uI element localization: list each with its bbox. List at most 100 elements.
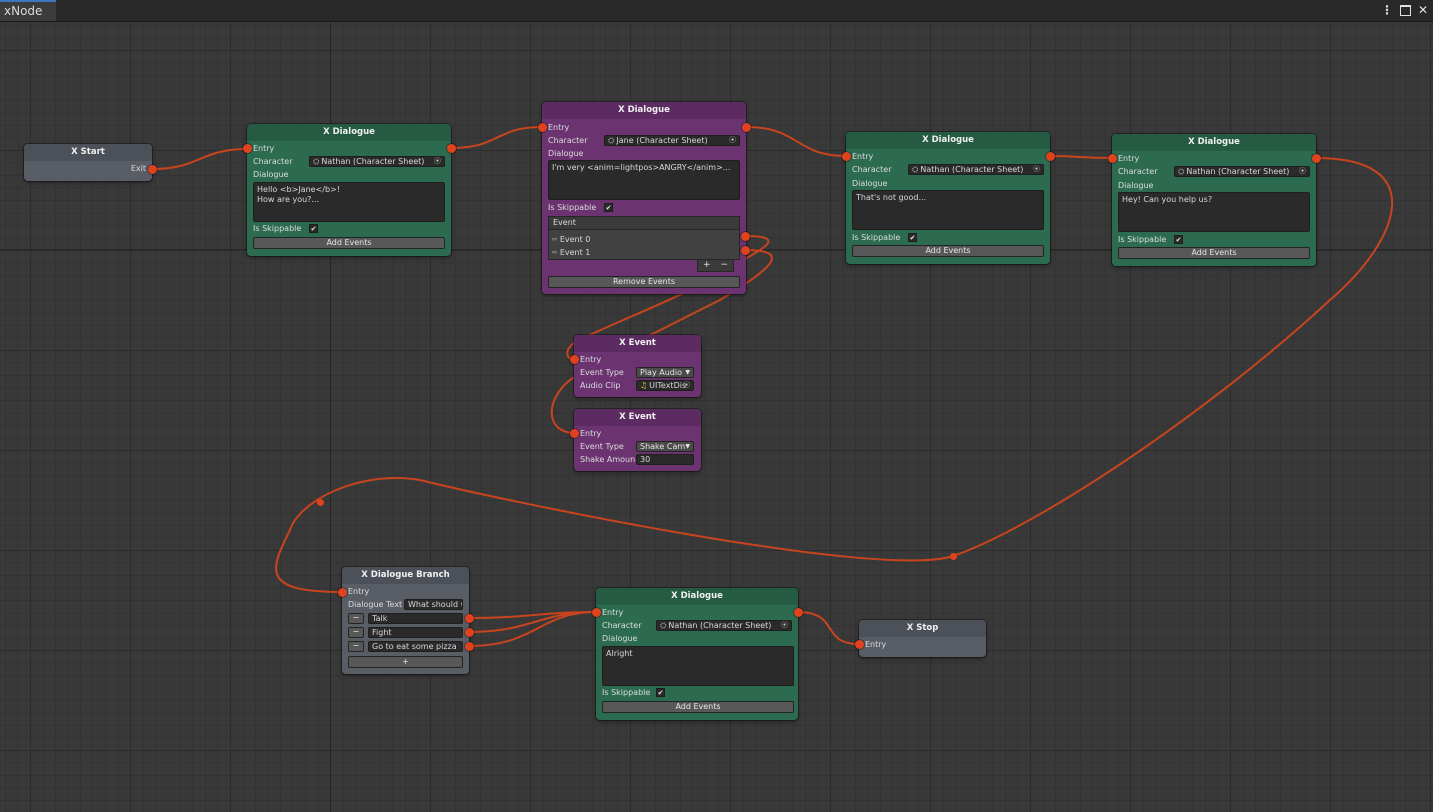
- character-value: Nathan (Character Sheet): [668, 621, 772, 630]
- event-type-dropdown[interactable]: Play Audio ▼: [636, 367, 694, 378]
- dialogue3-exit-port[interactable]: [1046, 152, 1055, 161]
- skippable-label: Is Skippable: [852, 233, 901, 242]
- skippable-checkbox[interactable]: ✔: [908, 233, 917, 242]
- skippable-checkbox[interactable]: ✔: [604, 203, 613, 212]
- option-fight-port[interactable]: [465, 628, 474, 637]
- branch-entry-port[interactable]: [338, 588, 347, 597]
- list-add-button[interactable]: +: [703, 260, 711, 271]
- dialogue3-entry-port[interactable]: [842, 152, 851, 161]
- dialogue-text-area[interactable]: Hey! Can you help us?: [1118, 192, 1310, 232]
- kebab-menu-icon[interactable]: ⋮: [1381, 2, 1393, 20]
- dialogue5-entry-port[interactable]: [592, 608, 601, 617]
- object-picker-icon[interactable]: ⦿: [434, 157, 441, 166]
- character-field[interactable]: ⛭ Nathan (Character Sheet) ⦿: [908, 164, 1044, 175]
- exit-label: Exit: [130, 164, 146, 173]
- event0-output-port[interactable]: [741, 232, 750, 241]
- drag-handle-icon[interactable]: ═: [552, 248, 557, 257]
- option-pizza-port[interactable]: [465, 642, 474, 651]
- stop-node[interactable]: X Stop Entry: [859, 620, 986, 657]
- dialogue-text-field[interactable]: What should w: [404, 599, 463, 610]
- wire-reroute-point[interactable]: [950, 553, 957, 560]
- character-field[interactable]: ⛭ Nathan (Character Sheet) ⦿: [1174, 166, 1310, 177]
- node-title: X Dialogue: [596, 588, 798, 605]
- object-picker-icon[interactable]: ⦿: [1299, 167, 1306, 176]
- event-node-1[interactable]: X Event Entry Event Type Play Audio ▼ Aud…: [574, 335, 701, 397]
- chevron-down-icon: ▼: [685, 369, 690, 376]
- events-list-header: Event: [549, 217, 739, 230]
- node-title: X Event: [574, 409, 701, 426]
- drag-handle-icon[interactable]: ═: [552, 235, 557, 244]
- event2-entry-port[interactable]: [570, 429, 579, 438]
- list-remove-button[interactable]: −: [720, 260, 728, 271]
- add-events-button[interactable]: Add Events: [1118, 247, 1310, 259]
- remove-option-button[interactable]: −: [348, 641, 364, 652]
- events-list: Event ═ Event 0 ═ Event 1: [548, 216, 740, 260]
- character-field[interactable]: ⛭ Nathan (Character Sheet) ⦿: [309, 156, 445, 167]
- close-icon[interactable]: ✕: [1417, 2, 1429, 20]
- audio-clip-field[interactable]: ♫ UITextDis ⦿: [636, 380, 694, 391]
- event-type-value: Shake Cam: [640, 442, 686, 451]
- tab-xnode[interactable]: xNode: [0, 0, 57, 21]
- add-events-button[interactable]: Add Events: [602, 701, 794, 713]
- add-option-button[interactable]: +: [348, 656, 463, 668]
- option-field[interactable]: Talk: [368, 613, 463, 624]
- skippable-checkbox[interactable]: ✔: [309, 224, 318, 233]
- option-field[interactable]: Fight: [368, 627, 463, 638]
- node-title: X Stop: [859, 620, 986, 637]
- start-node[interactable]: X Start Exit: [24, 144, 152, 181]
- add-events-button[interactable]: Add Events: [852, 245, 1044, 257]
- dialogue5-exit-port[interactable]: [794, 608, 803, 617]
- skippable-checkbox[interactable]: ✔: [656, 688, 665, 697]
- character-label: Character: [1118, 167, 1158, 176]
- object-picker-icon[interactable]: ⦿: [683, 381, 690, 390]
- event1-output-port[interactable]: [741, 246, 750, 255]
- event-type-label: Event Type: [580, 368, 624, 377]
- dialogue-branch-node[interactable]: X Dialogue Branch Entry Dialogue Text Wh…: [342, 567, 469, 674]
- dialogue2-exit-port[interactable]: [742, 123, 751, 132]
- skippable-label: Is Skippable: [548, 203, 597, 212]
- dialogue-node-1[interactable]: X Dialogue Entry Character ⛭ Nathan (Char…: [247, 124, 451, 256]
- character-sheet-icon: ⛭: [1178, 167, 1185, 176]
- event-type-dropdown[interactable]: Shake Cam ▼: [636, 441, 694, 452]
- remove-option-button[interactable]: −: [348, 613, 364, 624]
- remove-events-button[interactable]: Remove Events: [548, 276, 740, 288]
- character-field[interactable]: ⛭ Nathan (Character Sheet) ⦿: [656, 620, 792, 631]
- dialogue4-exit-port[interactable]: [1312, 154, 1321, 163]
- list-item[interactable]: ═ Event 1: [552, 248, 590, 258]
- object-picker-icon[interactable]: ⦿: [781, 621, 788, 630]
- dialogue-node-3[interactable]: X Dialogue Entry Character ⛭ Nathan (Char…: [846, 132, 1050, 264]
- object-picker-icon[interactable]: ⦿: [1033, 165, 1040, 174]
- character-field[interactable]: ⛭ Jane (Character Sheet) ⦿: [604, 135, 740, 146]
- remove-option-button[interactable]: −: [348, 627, 364, 638]
- dialogue-text-area[interactable]: Hello <b>Jane</b>! How are you?...: [253, 182, 445, 222]
- dialogue-node-5[interactable]: X Dialogue Entry Character ⛭ Nathan (Char…: [596, 588, 798, 720]
- start-exit-port[interactable]: [148, 165, 157, 174]
- event1-entry-port[interactable]: [570, 355, 579, 364]
- dialogue1-entry-port[interactable]: [243, 144, 252, 153]
- option-field[interactable]: Go to eat some pizza: [368, 641, 463, 652]
- dialogue1-exit-port[interactable]: [447, 144, 456, 153]
- dialogue-text-area[interactable]: Alright: [602, 646, 794, 686]
- skippable-label: Is Skippable: [602, 688, 651, 697]
- dialogue-node-2[interactable]: X Dialogue Entry Character ⛭ Jane (Charac…: [542, 102, 746, 294]
- option-talk-port[interactable]: [465, 614, 474, 623]
- dialogue-node-4[interactable]: X Dialogue Entry Character ⛭ Nathan (Char…: [1112, 134, 1316, 266]
- event-node-2[interactable]: X Event Entry Event Type Shake Cam ▼ Shak…: [574, 409, 701, 471]
- object-picker-icon[interactable]: ⦿: [729, 136, 736, 145]
- wire-reroute-point[interactable]: [317, 499, 324, 506]
- dialogue4-entry-port[interactable]: [1108, 154, 1117, 163]
- maximize-icon[interactable]: [1399, 2, 1411, 20]
- shake-amount-field[interactable]: 30: [636, 454, 694, 465]
- dialogue-text-area[interactable]: That's not good...: [852, 190, 1044, 230]
- dialogue-text-area[interactable]: I'm very <anim=lightpos>ANGRY</anim>...: [548, 160, 740, 200]
- stop-entry-port[interactable]: [855, 640, 864, 649]
- skippable-checkbox[interactable]: ✔: [1174, 235, 1183, 244]
- node-title: X Start: [24, 144, 152, 161]
- character-label: Character: [852, 165, 892, 174]
- events-list-footer: + −: [697, 260, 734, 272]
- option-label: Talk: [372, 614, 388, 623]
- dialogue-label: Dialogue: [548, 149, 584, 158]
- dialogue2-entry-port[interactable]: [538, 123, 547, 132]
- add-events-button[interactable]: Add Events: [253, 237, 445, 249]
- list-item[interactable]: ═ Event 0: [552, 235, 590, 245]
